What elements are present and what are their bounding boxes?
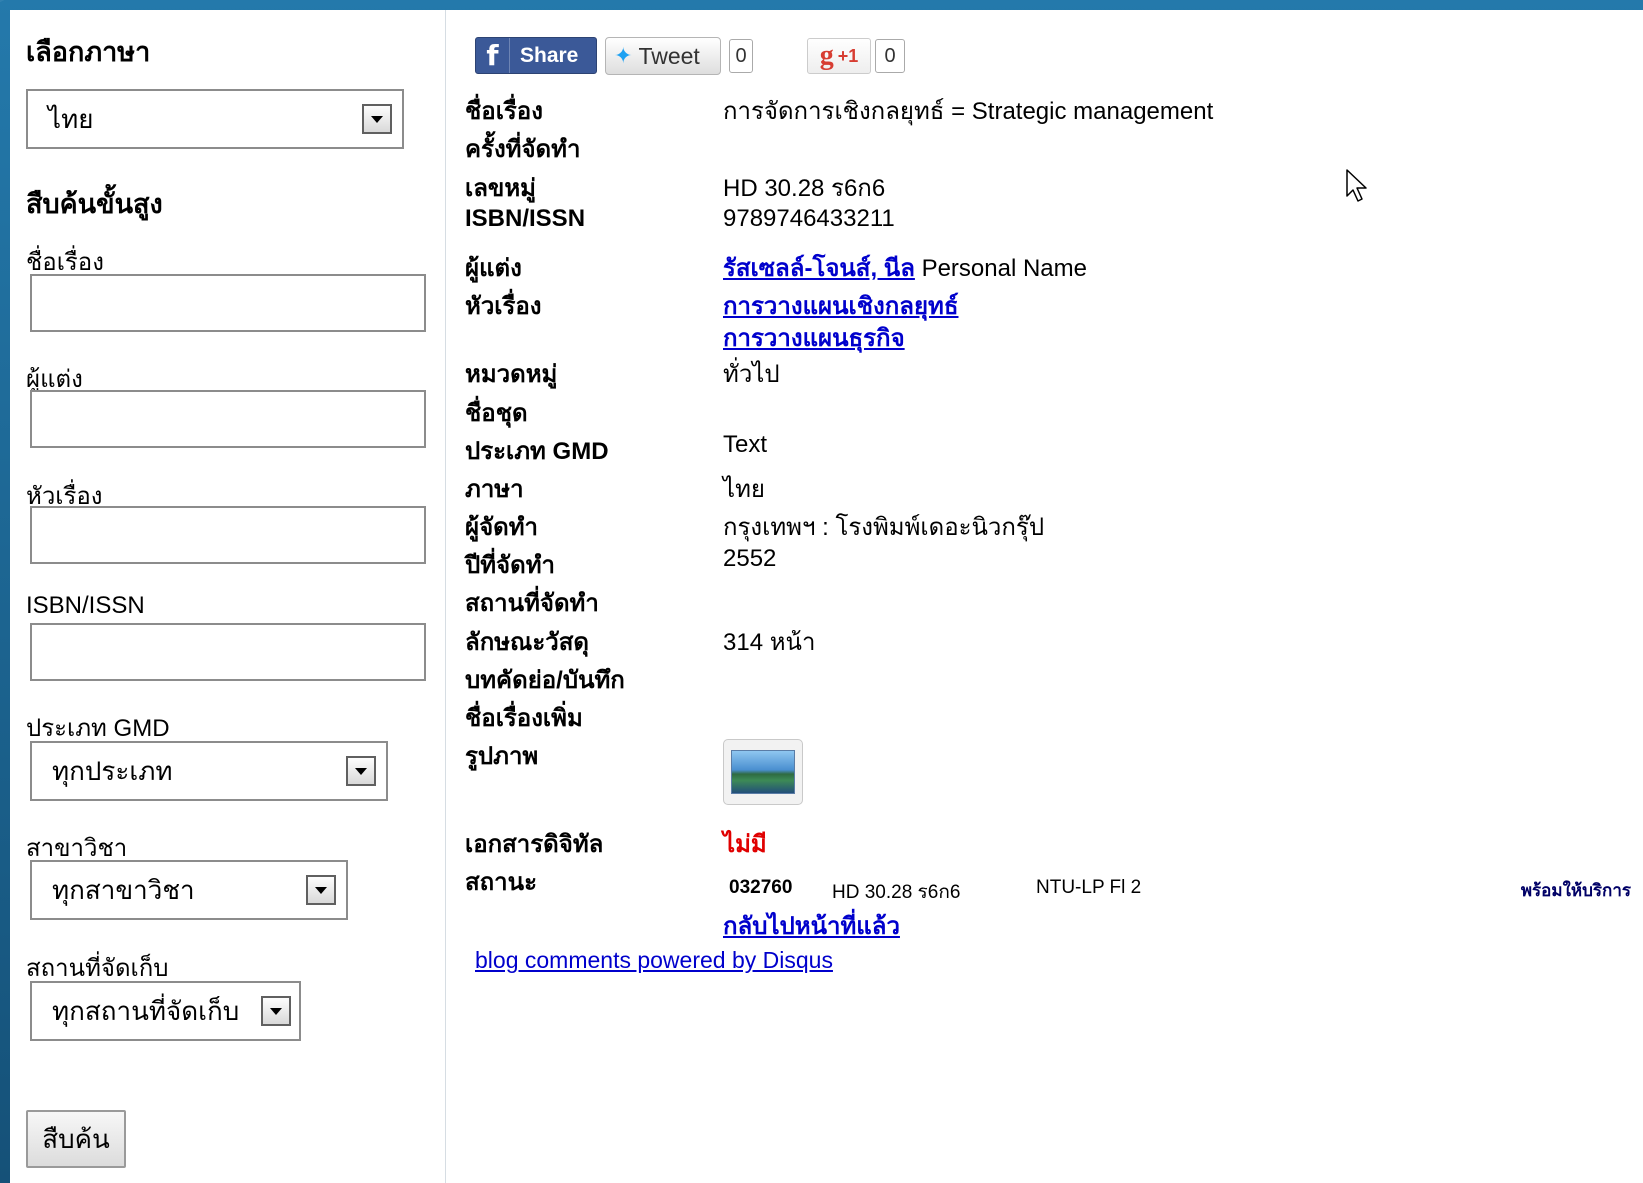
tweet-label: Tweet (638, 42, 700, 69)
image-field-label: รูปภาพ (465, 743, 539, 770)
google-plus-button[interactable]: g +1 (807, 38, 871, 74)
subject-link-2[interactable]: การวางแผนธุรกิจ (723, 325, 905, 352)
disqus-wrap: blog comments powered by Disqus (475, 947, 833, 974)
mouse-cursor-icon (1346, 169, 1367, 202)
google-plus-count: 0 (875, 39, 905, 73)
place-field-label: สถานที่จัดทำ (465, 590, 599, 617)
gmd-field-value: Text (723, 431, 768, 458)
abstract-field-label: บทคัดย่อ/บันทึก (465, 667, 625, 694)
callno-field-value: HD 30.28 ร6ก6 (723, 175, 886, 202)
publisher-field-value: กรุงเทพฯ : โรงพิมพ์เดอะนิวกรุ๊ป (723, 514, 1045, 541)
edition-field-label: ครั้งที่จัดทำ (465, 136, 581, 163)
disqus-link[interactable]: blog comments powered by Disqus (475, 947, 833, 973)
back-link-wrap: กลับไปหน้าที่แล้ว (723, 906, 900, 945)
year-field-value: 2552 (723, 545, 777, 572)
physical-field-value: 314 หน้า (723, 629, 816, 656)
language-heading: เลือกภาษา (26, 37, 151, 67)
status-field-label: สถานะ (465, 869, 537, 896)
record-detail: f Share ✦ Tweet 0 g +1 0 ชื่อเรื่อง การจ… (447, 10, 1643, 1183)
title-field-label: ชื่อเรื่อง (465, 98, 543, 125)
status-availability: พร้อมให้บริการ (1520, 881, 1631, 900)
subject-input[interactable] (30, 506, 426, 564)
language-select[interactable]: ไทย (26, 89, 404, 149)
advanced-search-heading: สืบค้นขั้นสูง (26, 189, 163, 219)
status-callno: HD 30.28 ร6ก6 (832, 882, 961, 903)
subject-link-1[interactable]: การวางแผนเชิงกลยุทธ์ (723, 293, 959, 320)
title-input[interactable] (30, 274, 426, 332)
isbn-input[interactable] (30, 623, 426, 681)
physical-field-label: ลักษณะวัสดุ (465, 629, 589, 656)
chevron-down-icon[interactable] (362, 104, 392, 134)
language-field-label: ภาษา (465, 476, 524, 503)
series-field-label: ชื่อชุด (465, 400, 528, 427)
twitter-bird-icon: ✦ (614, 43, 633, 68)
chevron-down-icon[interactable] (346, 756, 376, 786)
search-button[interactable]: สืบค้น (26, 1110, 126, 1168)
author-type: Personal Name (921, 255, 1087, 282)
chevron-down-icon[interactable] (306, 875, 336, 905)
facebook-share-button[interactable]: f Share (475, 37, 597, 74)
isbn-label: ISBN/ISSN (26, 592, 145, 619)
author-link[interactable]: รัสเซลล์-โจนส์, นีล (723, 255, 915, 282)
gmd-field-label: ประเภท GMD (465, 438, 609, 465)
digital-field-value: ไม่มี (723, 831, 767, 858)
facebook-icon: f (476, 38, 510, 73)
subject-link-2-wrap: การวางแผนธุรกิจ (723, 318, 905, 357)
author-field-value: รัสเซลล์-โจนส์, นีล Personal Name (723, 248, 1087, 287)
facebook-share-label: Share (520, 43, 579, 67)
gmd-select[interactable]: ทุกประเภท (30, 741, 388, 801)
isbn-field-value: 9789746433211 (723, 205, 895, 232)
image-placeholder-icon (731, 750, 795, 794)
language-field-value: ไทย (723, 476, 765, 503)
tweet-count: 0 (729, 39, 753, 73)
page: เลือกภาษา ไทย สืบค้นขั้นสูง ชื่อเรื่อง ผ… (10, 10, 1643, 1183)
location-select[interactable]: ทุกสถานที่จัดเก็บ (30, 981, 301, 1041)
callno-field-label: เลขหมู่ (465, 175, 536, 202)
google-plus-label: +1 (837, 45, 859, 66)
tweet-button[interactable]: ✦ Tweet (605, 37, 721, 75)
branch-select[interactable]: ทุกสาขาวิชา (30, 860, 348, 920)
author-field-label: ผู้แต่ง (465, 255, 522, 282)
google-plus-icon: g (819, 40, 834, 71)
addtitle-field-label: ชื่อเรื่องเพิ่ม (465, 705, 583, 732)
year-field-label: ปีที่จัดทำ (465, 552, 555, 579)
subject-field-label: หัวเรื่อง (465, 293, 542, 320)
digital-field-label: เอกสารดิจิทัล (465, 831, 604, 858)
status-barcode: 032760 (729, 877, 793, 898)
chevron-down-icon[interactable] (261, 996, 291, 1026)
location-select-value: ทุกสถานที่จัดเก็บ (52, 995, 240, 1026)
author-input[interactable] (30, 390, 426, 448)
gmd-select-value: ทุกประเภท (52, 755, 173, 786)
publisher-field-label: ผู้จัดทำ (465, 514, 539, 541)
back-link[interactable]: กลับไปหน้าที่แล้ว (723, 913, 900, 940)
language-select-value: ไทย (48, 103, 94, 134)
isbn-field-label: ISBN/ISSN (465, 205, 586, 232)
branch-select-value: ทุกสาขาวิชา (52, 874, 195, 905)
category-field-label: หมวดหมู่ (465, 361, 558, 388)
status-location: NTU-LP Fl 2 (1036, 877, 1142, 898)
cover-image-thumbnail[interactable] (723, 739, 803, 805)
category-field-value: ทั่วไป (723, 361, 780, 388)
sidebar: เลือกภาษา ไทย สืบค้นขั้นสูง ชื่อเรื่อง ผ… (10, 10, 446, 1183)
title-field-value: การจัดการเชิงกลยุทธ์ = Strategic managem… (723, 98, 1214, 125)
